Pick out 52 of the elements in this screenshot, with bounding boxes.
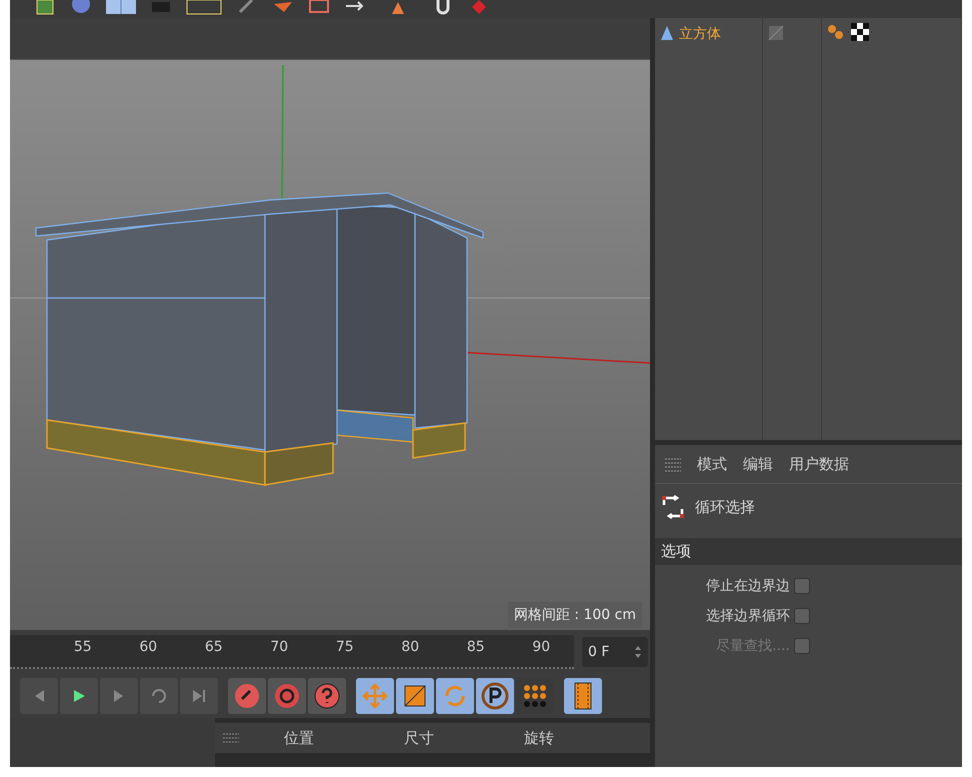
play-button[interactable] (60, 678, 98, 714)
frame-tick-label: 65 (204, 638, 224, 657)
ring-icon (274, 683, 300, 709)
grip-icon (665, 456, 681, 472)
frame-tick-label: 80 (400, 638, 420, 657)
record-icon (234, 683, 260, 709)
column-header: 位置 (283, 728, 315, 748)
timeline-ruler[interactable]: 55 60 65 70 75 80 85 90 (10, 635, 574, 669)
tool-name: 循环选择 (695, 498, 755, 516)
grid-spacing-label: 网格间距 : 100 cm (508, 602, 642, 628)
help-icon (314, 683, 340, 709)
frame-icon[interactable] (186, 0, 222, 16)
column-header: 旋转 (523, 728, 555, 748)
menu-item[interactable]: 模式 (697, 454, 727, 474)
menu-item[interactable]: 编辑 (743, 454, 773, 474)
move-icon (362, 683, 388, 709)
record-button[interactable] (228, 678, 266, 714)
next-frame-button[interactable] (100, 678, 138, 714)
grid-icon[interactable] (106, 0, 136, 16)
autokey-button[interactable] (268, 678, 306, 714)
cube-icon[interactable] (34, 0, 56, 16)
scale-icon (403, 684, 427, 708)
column-header: 尺寸 (403, 728, 435, 748)
previous-frame-button[interactable] (20, 678, 58, 714)
option-checkbox[interactable] (794, 578, 810, 594)
parameter-button[interactable] (476, 678, 514, 714)
frame-tick-label: 85 (466, 638, 486, 657)
section-header[interactable]: 选项 (655, 538, 962, 565)
help-button[interactable] (308, 678, 346, 714)
frame-tick-label: 75 (334, 638, 355, 657)
skip-end-icon (190, 687, 208, 705)
object-name[interactable]: 立方体 (679, 22, 721, 43)
film-strip-icon (573, 682, 593, 710)
option-label: 停止在边界边 (705, 577, 790, 595)
loop-selection-icon (661, 495, 685, 519)
loop-button[interactable] (140, 678, 178, 714)
dot-grid-icon (522, 683, 548, 709)
menu-item[interactable]: 用户数据 (789, 454, 849, 474)
p-circle-icon (481, 682, 509, 710)
frame-tick-label: 90 (531, 638, 552, 657)
option-checkbox[interactable] (794, 608, 810, 624)
checker-tag-icon[interactable] (850, 22, 870, 42)
scale-tool-button[interactable] (396, 678, 434, 714)
frame-tick-label: 70 (269, 638, 290, 657)
spinner-icon[interactable] (634, 645, 642, 659)
frame-tick-label: 55 (72, 638, 93, 657)
film-strip-button[interactable] (564, 678, 602, 714)
option-label: 选择边界循环 (705, 607, 790, 625)
last-frame-button[interactable] (180, 678, 218, 714)
frame-field[interactable]: 0 F (582, 637, 648, 667)
frame-tick-label: 60 (138, 638, 158, 657)
grip-icon (223, 731, 239, 745)
